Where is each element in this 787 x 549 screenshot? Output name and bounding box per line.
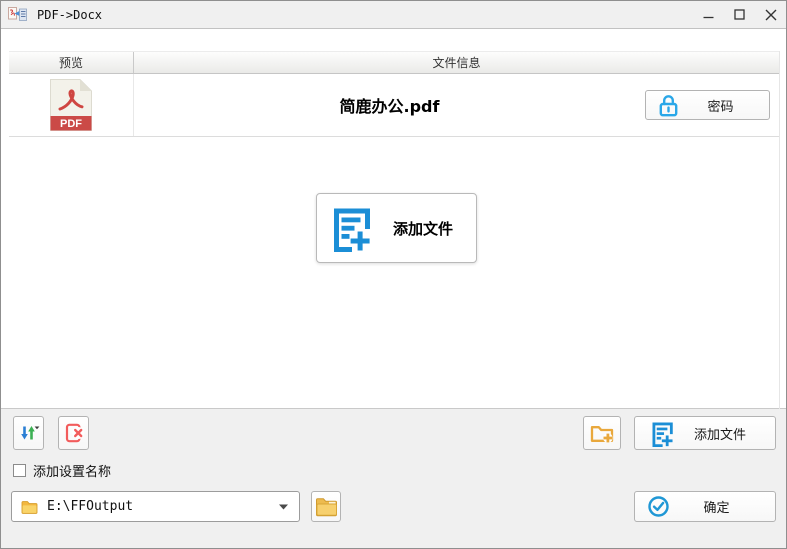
delete-file-icon [65, 423, 84, 443]
minimize-button[interactable] [693, 1, 724, 28]
password-button[interactable]: 密码 [645, 90, 770, 120]
header-preview: 预览 [9, 52, 134, 73]
pdf-file-icon: PDF [50, 79, 92, 131]
title-bar: PDF->Docx [1, 1, 786, 29]
header-file-info: 文件信息 [432, 56, 481, 70]
add-files-dropzone-label: 添加文件 [392, 220, 453, 238]
browse-folder-button[interactable] [311, 491, 341, 522]
minimize-icon [703, 16, 714, 19]
add-name-option[interactable]: 添加设置名称 [13, 461, 111, 479]
add-files-dropzone-button[interactable]: 添加文件 [316, 193, 477, 263]
output-path-dropdown[interactable]: E:\FFOutput [11, 491, 300, 522]
file-info-cell: 简鹿办公.pdf 密码 [134, 74, 779, 136]
sort-button[interactable] [13, 416, 44, 450]
window-title: PDF->Docx [37, 7, 103, 22]
output-path-value: E:\FFOutput [47, 499, 134, 514]
add-name-checkbox-label: 添加设置名称 [33, 463, 112, 479]
confirm-button-label: 确定 [703, 500, 730, 515]
close-icon [765, 9, 776, 20]
ok-circle-check-icon [647, 495, 670, 518]
add-folder-button[interactable] [583, 416, 621, 450]
confirm-button[interactable]: 确定 [634, 491, 776, 522]
remove-file-button[interactable] [58, 416, 89, 450]
sort-icon [20, 426, 39, 440]
add-folder-icon [590, 426, 614, 443]
app-icon [8, 6, 28, 24]
add-file-icon [648, 420, 675, 447]
close-button[interactable] [755, 1, 786, 28]
maximize-icon [734, 9, 745, 20]
dropdown-arrow-icon [279, 504, 288, 510]
add-file-icon [326, 204, 374, 252]
open-folder-icon [315, 497, 337, 516]
add-name-checkbox[interactable] [13, 463, 26, 477]
pdf-badge-text: PDF [60, 118, 82, 130]
preview-cell: PDF [9, 74, 134, 136]
folder-icon [21, 500, 38, 514]
lock-icon [657, 93, 680, 117]
window-controls [693, 1, 786, 28]
password-button-label: 密码 [707, 98, 734, 114]
add-files-button-label: 添加文件 [693, 426, 746, 442]
file-name: 简鹿办公.pdf [339, 97, 440, 116]
add-files-button[interactable]: 添加文件 [634, 416, 776, 450]
list-header: 预览 文件信息 [9, 51, 779, 74]
maximize-button[interactable] [724, 1, 755, 28]
app-window: PDF->Docx 预览 文件信息 PDF 简鹿办公.pdf 密码 添加文件 添… [0, 0, 787, 549]
table-row[interactable]: PDF 简鹿办公.pdf 密码 [9, 74, 779, 137]
